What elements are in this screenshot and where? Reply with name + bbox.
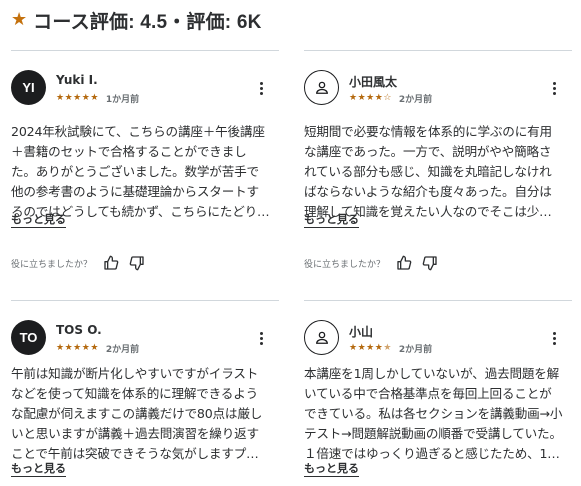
- rating-stars: ★ ★ ★ ★ ★: [349, 344, 392, 353]
- review-card: 小田風太 ★ ★ ★ ★ ☆ 2か月前 短期間で必要な情報を体系的に学ぶのに有用 な講座…: [304, 50, 574, 280]
- review-meta: ★ ★ ★ ★ ☆ 2か月前: [349, 92, 433, 106]
- more-options-icon[interactable]: [547, 80, 561, 96]
- rating-stars: ★ ★ ★ ★ ☆: [349, 94, 392, 103]
- reviewer-name: 小田風太: [349, 75, 398, 89]
- reviewer-name: 小山: [349, 325, 374, 339]
- show-more-link[interactable]: もっと見る: [11, 213, 66, 228]
- review-card: 小山 ★ ★ ★ ★ ★ 2か月前 本講座を1周しかしていないが、過去問題を解 いている…: [304, 300, 574, 486]
- show-more-link[interactable]: もっと見る: [304, 213, 359, 228]
- rating-stars: ★ ★ ★ ★ ★: [56, 344, 99, 353]
- review-time: 2か月前: [398, 95, 433, 105]
- star-full-icon: ★: [73, 93, 82, 103]
- star-full-icon: ★: [374, 93, 383, 103]
- divider: [11, 50, 279, 51]
- review-meta: ★ ★ ★ ★ ★ 2か月前: [349, 342, 433, 356]
- star-full-icon: ★: [357, 93, 366, 103]
- show-more-link[interactable]: もっと見る: [304, 462, 359, 477]
- review-time: 2か月前: [398, 345, 433, 355]
- thumbs-up-icon[interactable]: [395, 254, 413, 272]
- rating-stars: ★ ★ ★ ★ ★: [56, 94, 99, 103]
- review-text: 2024年秋試験にて、こちらの講座＋午後講座 ＋書籍のセットで合格することができ…: [11, 124, 270, 219]
- review-text: 本講座を1周しかしていないが、過去問題を解 いている中で合格基準点を毎回上回るこ…: [304, 366, 563, 461]
- thumbs-up-icon[interactable]: [102, 254, 120, 272]
- avatar: [304, 320, 339, 355]
- divider: [304, 300, 572, 301]
- more-options-icon[interactable]: [547, 330, 561, 346]
- course-rating-title: コース評価: 4.5・評価: 6K: [33, 11, 262, 33]
- user-icon: [315, 81, 328, 94]
- star-icon: ★: [11, 9, 28, 30]
- more-options-icon[interactable]: [254, 330, 268, 346]
- star-full-icon: ★: [357, 343, 366, 353]
- avatar: TO: [11, 320, 46, 355]
- review-time: 2か月前: [105, 345, 140, 355]
- star-full-icon: ★: [90, 93, 99, 103]
- review-card: TO TOS O. ★ ★ ★ ★ ★ 2か月前 午前は知識が断片化しやすいですがイラス…: [11, 300, 281, 486]
- thumbs-down-icon[interactable]: [421, 254, 439, 272]
- avatar: YI: [11, 70, 46, 105]
- star-full-icon: ★: [349, 93, 358, 103]
- thumbs-down-icon[interactable]: [128, 254, 146, 272]
- helpful-label: 役に立ちましたか？: [304, 259, 386, 270]
- star-full-icon: ★: [349, 343, 358, 353]
- divider: [11, 300, 279, 301]
- show-more-link[interactable]: もっと見る: [11, 462, 66, 477]
- star-full-icon: ★: [73, 343, 82, 353]
- star-full-icon: ★: [366, 343, 375, 353]
- review-text: 短期間で必要な情報を体系的に学ぶのに有用 な講座であった。一方で、説明がやや簡略…: [304, 124, 552, 219]
- review-meta: ★ ★ ★ ★ ★ 2か月前: [56, 342, 140, 356]
- star-full-icon: ★: [81, 93, 90, 103]
- helpful-row: 役に立ちましたか？: [11, 254, 154, 272]
- helpful-label: 役に立ちましたか？: [11, 259, 93, 270]
- review-time: 1か月前: [105, 95, 140, 105]
- divider: [304, 50, 572, 51]
- star-full-icon: ★: [90, 343, 99, 353]
- reviewer-name: Yuki I.: [56, 73, 98, 87]
- star-full-icon: ★: [374, 343, 383, 353]
- user-icon: [315, 331, 328, 344]
- more-options-icon[interactable]: [254, 80, 268, 96]
- avatar: [304, 70, 339, 105]
- review-text: 午前は知識が断片化しやすいですがイラスト などを使って知識を体系的に理解できるよ…: [11, 366, 263, 461]
- star-full-icon: ★: [56, 343, 65, 353]
- star-empty-icon: ☆: [383, 93, 392, 103]
- star-half-icon: ★: [383, 343, 392, 353]
- star-full-icon: ★: [81, 343, 90, 353]
- helpful-row: 役に立ちましたか？: [304, 254, 447, 272]
- star-full-icon: ★: [56, 93, 65, 103]
- course-rating-header: ★ コース評価: 4.5・評価: 6K: [11, 8, 262, 33]
- star-full-icon: ★: [64, 343, 73, 353]
- reviewer-name: TOS O.: [56, 323, 102, 337]
- star-full-icon: ★: [366, 93, 375, 103]
- star-full-icon: ★: [64, 93, 73, 103]
- review-meta: ★ ★ ★ ★ ★ 1か月前: [56, 92, 140, 106]
- review-card: YI Yuki I. ★ ★ ★ ★ ★ 1か月前 2024年秋試験にて、こちらの講座＋…: [11, 50, 281, 280]
